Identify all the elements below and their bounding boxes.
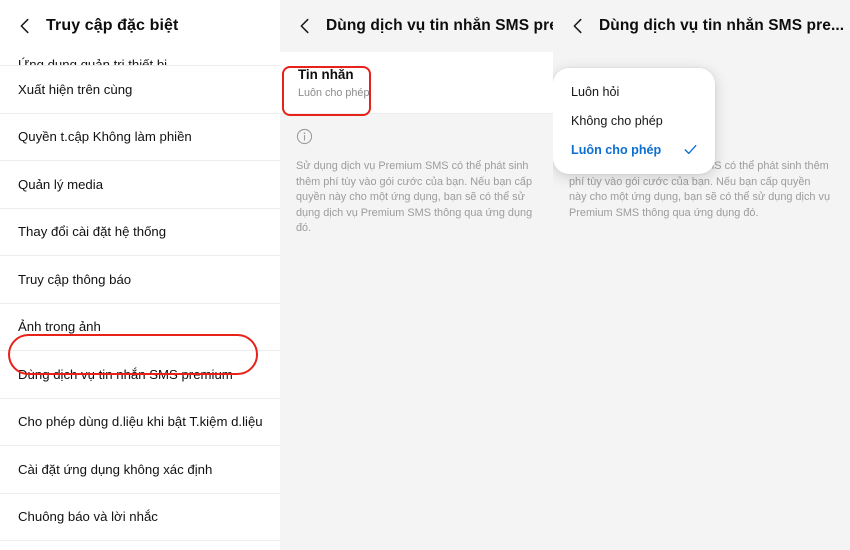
list-item-label: Quyền t.cập Không làm phiền xyxy=(18,129,192,145)
special-access-list[interactable]: Ứng dụng quản trị thiết bị Xuất hiện trê… xyxy=(0,52,280,550)
list-item-label: Ảnh trong ảnh xyxy=(18,319,101,335)
check-icon xyxy=(684,144,697,155)
list-item-label: Xuất hiện trên cùng xyxy=(18,81,133,97)
page-title: Dùng dịch vụ tin nhắn SMS pre.. xyxy=(326,17,553,34)
list-item[interactable]: Ứng dụng quản trị thiết bị xyxy=(0,52,280,66)
panel-premium-sms-detail: Dùng dịch vụ tin nhắn SMS pre.. Tin nhắn… xyxy=(280,0,553,550)
permission-options-dropdown[interactable]: Luôn hỏi Không cho phép Luôn cho phép xyxy=(553,68,715,174)
panel-permission-dropdown: Dùng dịch vụ tin nhắn SMS pre... Sử dụng… xyxy=(553,0,850,550)
page-title: Truy cập đặc biệt xyxy=(46,17,179,34)
list-item[interactable]: Cho phép dùng d.liệu khi bật T.kiệm d.li… xyxy=(0,398,280,446)
list-item[interactable]: Cài đặt ứng dụng không xác định xyxy=(0,446,280,494)
left-appbar: Truy cập đặc biệt xyxy=(0,0,280,52)
permission-description: Sử dụng dịch vụ Premium SMS có thể phát … xyxy=(296,160,533,235)
dropdown-option-always-allow[interactable]: Luôn cho phép xyxy=(553,135,715,164)
list-item[interactable]: Chuông báo và lời nhắc xyxy=(0,493,280,541)
dropdown-option-label: Luôn cho phép xyxy=(571,142,662,157)
list-item-label: Dùng dịch vụ tin nhắn SMS premium xyxy=(18,366,233,382)
list-item[interactable]: Thay đổi cài đặt hệ thống xyxy=(0,208,280,256)
dropdown-option-always-ask[interactable]: Luôn hỏi xyxy=(553,77,715,106)
list-item[interactable]: Truy cập thông báo xyxy=(0,256,280,304)
panel-special-access: Truy cập đặc biệt Ứng dụng quản trị thiế… xyxy=(0,0,280,550)
list-item[interactable]: Ảnh trong ảnh xyxy=(0,303,280,351)
chevron-left-icon[interactable] xyxy=(14,15,36,37)
list-item-label: Truy cập thông báo xyxy=(18,271,132,287)
list-item-label: Quản lý media xyxy=(18,176,104,192)
list-item-label: Chuông báo và lời nhắc xyxy=(18,509,158,525)
dropdown-option-never-allow[interactable]: Không cho phép xyxy=(553,106,715,135)
info-circle-icon xyxy=(296,128,313,145)
list-item[interactable]: Quản lý media xyxy=(0,161,280,209)
list-item[interactable]: Truy cập dữ liệu sử dụng xyxy=(0,541,280,550)
chevron-left-icon[interactable] xyxy=(567,15,589,37)
page-title: Dùng dịch vụ tin nhắn SMS pre... xyxy=(599,17,845,34)
list-item-premium-sms[interactable]: Dùng dịch vụ tin nhắn SMS premium xyxy=(0,351,280,399)
list-item[interactable]: Xuất hiện trên cùng xyxy=(0,66,280,114)
list-item[interactable]: Quyền t.cập Không làm phiền xyxy=(0,113,280,161)
app-name: Tin nhắn xyxy=(298,67,354,82)
app-permission-row[interactable]: Tin nhắn Luôn cho phép xyxy=(280,52,553,114)
list-item-label: Cho phép dùng d.liệu khi bật T.kiệm d.li… xyxy=(18,414,263,430)
dropdown-option-label: Không cho phép xyxy=(571,113,663,128)
list-item-label: Ứng dụng quản trị thiết bị xyxy=(18,57,168,66)
right-appbar: Dùng dịch vụ tin nhắn SMS pre... xyxy=(553,0,850,52)
list-item-label: Cài đặt ứng dụng không xác định xyxy=(18,461,213,477)
dropdown-option-label: Luôn hỏi xyxy=(571,84,620,99)
info-block: Sử dụng dịch vụ Premium SMS có thể phát … xyxy=(280,114,553,237)
mid-appbar: Dùng dịch vụ tin nhắn SMS pre.. xyxy=(280,0,553,52)
list-item-label: Thay đổi cài đặt hệ thống xyxy=(18,224,167,240)
app-permission-value: Luôn cho phép xyxy=(298,87,370,99)
chevron-left-icon[interactable] xyxy=(294,15,316,37)
screenshot-collage: Truy cập đặc biệt Ứng dụng quản trị thiế… xyxy=(0,0,850,550)
